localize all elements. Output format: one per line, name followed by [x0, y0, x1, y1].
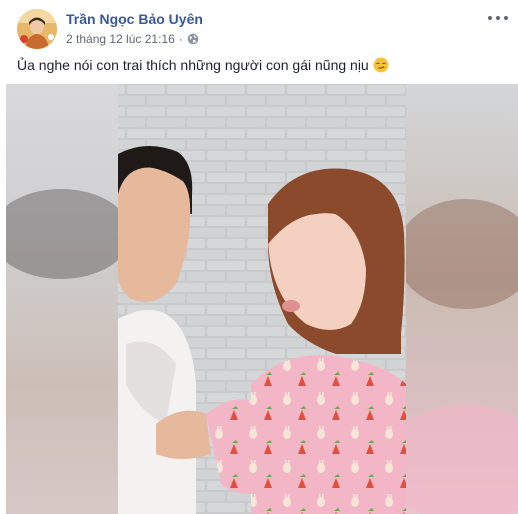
- globe-icon[interactable]: [187, 33, 199, 45]
- post-video[interactable]: [6, 84, 518, 514]
- author-avatar[interactable]: [17, 9, 57, 49]
- more-options-icon[interactable]: [488, 12, 508, 24]
- author-name-link[interactable]: Trần Ngọc Bảo Uyên: [66, 11, 203, 27]
- post-message: Ủa nghe nói con trai thích những người c…: [17, 57, 369, 73]
- post-message-row: Ủa nghe nói con trai thích những người c…: [17, 57, 389, 73]
- video-frame: [6, 84, 518, 514]
- facebook-post: Trần Ngọc Bảo Uyên 2 tháng 12 lúc 21:16 …: [0, 0, 518, 514]
- post-meta: 2 tháng 12 lúc 21:16 ·: [66, 32, 199, 46]
- avatar-image: [17, 9, 57, 49]
- smirk-emoji-icon: [373, 57, 389, 73]
- meta-separator: ·: [178, 32, 183, 46]
- post-timestamp[interactable]: 2 tháng 12 lúc 21:16: [66, 32, 175, 46]
